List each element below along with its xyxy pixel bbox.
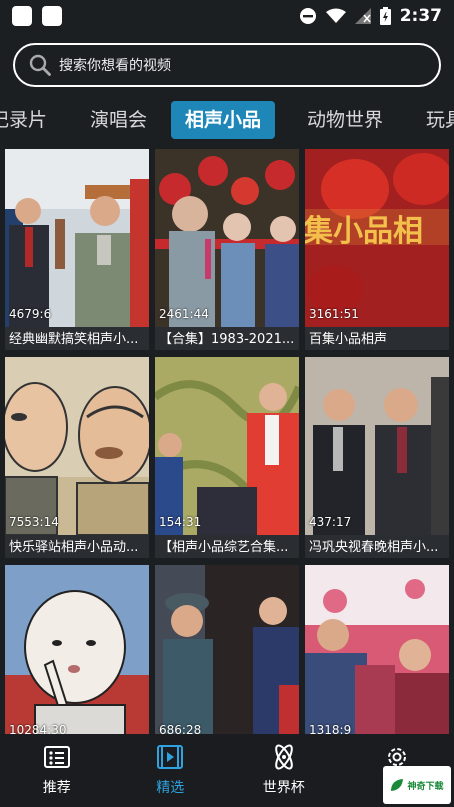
video-thumbnail (155, 565, 299, 734)
video-thumbnail (155, 357, 299, 535)
video-card[interactable]: 集小品相 3161:51 百集小品相声 (305, 149, 449, 350)
signal-icon (354, 8, 371, 24)
nav-world-cup[interactable]: 世界杯 (227, 734, 341, 807)
watermark-text: 神奇下载 (407, 781, 444, 792)
video-title: 【相声小品综艺合集... (159, 540, 289, 555)
video-duration: 154:31 (159, 515, 202, 529)
battery-icon (379, 7, 391, 25)
search-placeholder: 搜索你想看的视频 (59, 58, 171, 74)
search-icon (29, 54, 51, 76)
do-not-disturb-icon (299, 8, 316, 24)
video-grid: 4679:6 经典幽默搞笑相声小... 2461:44 【合集】1983-202 (0, 147, 454, 734)
notification-icon (42, 6, 62, 26)
tab-documentary[interactable]: 记录片 (0, 101, 47, 139)
video-card[interactable]: 7553:14 快乐驿站相声小品动... (5, 357, 149, 558)
leaf-icon (391, 779, 404, 791)
video-duration: 2461:44 (159, 307, 209, 321)
video-card[interactable]: 2461:44 【合集】1983-2021... (155, 149, 299, 350)
nav-recommend[interactable]: 推荐 (0, 734, 114, 807)
video-card[interactable]: 154:31 【相声小品综艺合集... (155, 357, 299, 558)
tab-toys[interactable]: 玩具 (426, 101, 454, 139)
list-icon (43, 746, 70, 768)
video-duration: 10284:30 (9, 723, 67, 734)
video-card[interactable]: 686:28 (155, 565, 299, 734)
video-duration: 686:28 (159, 723, 202, 734)
video-thumbnail (5, 149, 149, 327)
video-thumbnail (155, 149, 299, 327)
nav-label: 精选 (156, 780, 185, 796)
video-duration: 437:17 (309, 515, 352, 529)
nav-label: 世界杯 (262, 780, 305, 796)
atom-icon (274, 744, 293, 770)
video-title: 冯巩央视春晚相声小... (309, 540, 439, 555)
search-bar[interactable]: 搜索你想看的视频 (13, 43, 441, 87)
nav-featured[interactable]: 精选 (114, 734, 228, 807)
video-thumbnail (5, 565, 149, 734)
video-title: 【合集】1983-2021... (159, 332, 295, 347)
tab-crosstalk[interactable]: 相声小品 (171, 101, 276, 139)
video-card[interactable]: 10284:30 (5, 565, 149, 734)
video-duration: 3161:51 (309, 307, 359, 321)
video-duration: 1318:9 (309, 723, 352, 734)
video-icon (157, 745, 184, 769)
video-thumbnail (305, 565, 449, 734)
tab-animal-world[interactable]: 动物世界 (307, 101, 383, 139)
tab-concert[interactable]: 演唱会 (90, 101, 147, 139)
nav-label: 推荐 (42, 780, 71, 796)
video-thumbnail: 集小品相 (305, 149, 449, 327)
video-card[interactable]: 437:17 冯巩央视春晚相声小... (305, 357, 449, 558)
video-duration: 4679:6 (9, 307, 52, 321)
video-title: 百集小品相声 (309, 332, 388, 347)
video-card[interactable]: 1318:9 (305, 565, 449, 734)
video-card[interactable]: 4679:6 经典幽默搞笑相声小... (5, 149, 149, 350)
category-tabs: 记录片 演唱会 相声小品 动物世界 玩具 (0, 98, 454, 142)
wifi-icon (325, 8, 346, 23)
thumb-caption: 集小品相 (305, 214, 423, 249)
notification-icon (12, 6, 32, 26)
video-duration: 7553:14 (9, 515, 59, 529)
video-thumbnail (5, 357, 149, 535)
status-bar: 2:37 (0, 0, 454, 32)
video-thumbnail (305, 357, 449, 535)
video-title: 快乐驿站相声小品动... (9, 540, 139, 555)
watermark-logo: 神奇下载 (383, 766, 451, 804)
video-title: 经典幽默搞笑相声小... (9, 332, 139, 347)
status-time: 2:37 (399, 6, 442, 26)
